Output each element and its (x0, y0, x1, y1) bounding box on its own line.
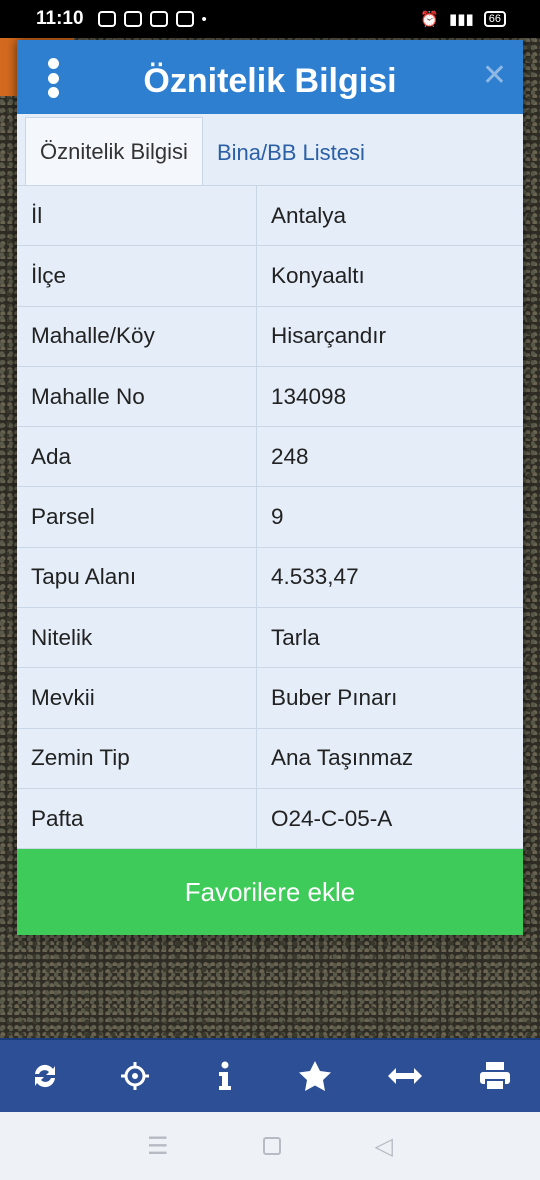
table-row: Ada 248 (17, 427, 523, 488)
battery-icon: 66 (483, 11, 506, 27)
row-key: Zemin Tip (17, 728, 257, 788)
table-row: Tapu Alanı 4.533,47 (17, 547, 523, 609)
system-icons: ⏰ ▮▮▮ 66 (420, 10, 506, 28)
dialog-title: Öznitelik Bilgisi (143, 61, 397, 100)
row-value: Ana Taşınmaz (271, 745, 414, 771)
tab-building-list[interactable]: Bina/BB Listesi (203, 121, 379, 185)
row-value: Tarla (271, 624, 320, 650)
add-favorite-button[interactable]: Favorilere ekle (17, 849, 523, 935)
row-value: 9 (271, 504, 284, 530)
status-time: 11:10 (36, 8, 84, 29)
row-value: 4.533,47 (271, 564, 359, 590)
tab-attribute-info[interactable]: Öznitelik Bilgisi (25, 117, 203, 185)
table-row: Mevkii Buber Pınarı (17, 668, 523, 729)
app-icon (123, 11, 142, 27)
row-key: Parsel (17, 487, 257, 547)
attribute-table: İl Antalya İlçe Konyaaltı Mahalle/Köy Hisar… (17, 186, 523, 850)
tab-bar: Öznitelik Bilgisi Bina/BB Listesi (17, 114, 523, 186)
row-key: Mahalle/Köy (17, 306, 257, 366)
measure-icon[interactable] (383, 1054, 427, 1098)
row-key: İl (17, 186, 257, 246)
print-icon[interactable] (473, 1054, 517, 1098)
row-value: 248 (271, 443, 309, 469)
dot-icon: • (201, 10, 207, 28)
row-value: 134098 (271, 383, 347, 409)
info-icon[interactable] (203, 1054, 247, 1098)
close-icon[interactable]: ✕ (482, 58, 507, 93)
instagram-icon (97, 11, 116, 27)
table-row: Nitelik Tarla (17, 608, 523, 669)
row-key: Tapu Alanı (17, 547, 257, 608)
row-value: O24-C-05-A (271, 805, 393, 831)
table-row: Parsel 9 (17, 487, 523, 548)
dialog-header: Öznitelik Bilgisi ✕ (17, 40, 523, 114)
signal-icon: ▮▮▮ (448, 11, 474, 28)
table-row: Zemin Tip Ana Taşınmaz (17, 728, 523, 789)
back-icon[interactable]: ◁ (375, 1132, 393, 1161)
row-value: Hisarçandır (271, 323, 387, 349)
row-key: Ada (17, 427, 257, 487)
row-value: Buber Pınarı (271, 685, 398, 711)
status-bar: 11:10 • ⏰ ▮▮▮ 66 (0, 0, 540, 38)
row-key: Mevkii (17, 668, 257, 728)
row-value: Antalya (271, 202, 347, 228)
table-row: İl Antalya (17, 186, 523, 247)
recent-apps-icon[interactable]: ☰ (147, 1132, 169, 1161)
sahibinden-icon (175, 11, 194, 27)
table-row: Mahalle No 134098 (17, 366, 523, 428)
table-row: Pafta O24-C-05-A (17, 788, 523, 850)
locate-icon[interactable] (113, 1054, 157, 1098)
row-key: Mahalle No (17, 366, 257, 427)
menu-icon[interactable] (45, 58, 61, 98)
android-nav-bar: ☰ ◁ (0, 1112, 540, 1180)
row-value: Konyaaltı (271, 262, 365, 288)
bottom-toolbar (0, 1038, 540, 1112)
row-key: Pafta (17, 788, 257, 849)
row-key: İlçe (17, 246, 257, 306)
table-row: Mahalle/Köy Hisarçandır (17, 306, 523, 367)
whatsapp-icon (149, 11, 168, 27)
attribute-dialog: Öznitelik Bilgisi ✕ Öznitelik Bilgisi Bi… (17, 40, 523, 935)
refresh-icon[interactable] (23, 1054, 67, 1098)
alarm-icon: ⏰ (420, 11, 439, 28)
row-key: Nitelik (17, 608, 257, 668)
table-row: İlçe Konyaaltı (17, 246, 523, 307)
star-icon[interactable] (293, 1054, 337, 1098)
home-icon[interactable] (262, 1137, 281, 1155)
notification-icons: • (97, 10, 207, 28)
